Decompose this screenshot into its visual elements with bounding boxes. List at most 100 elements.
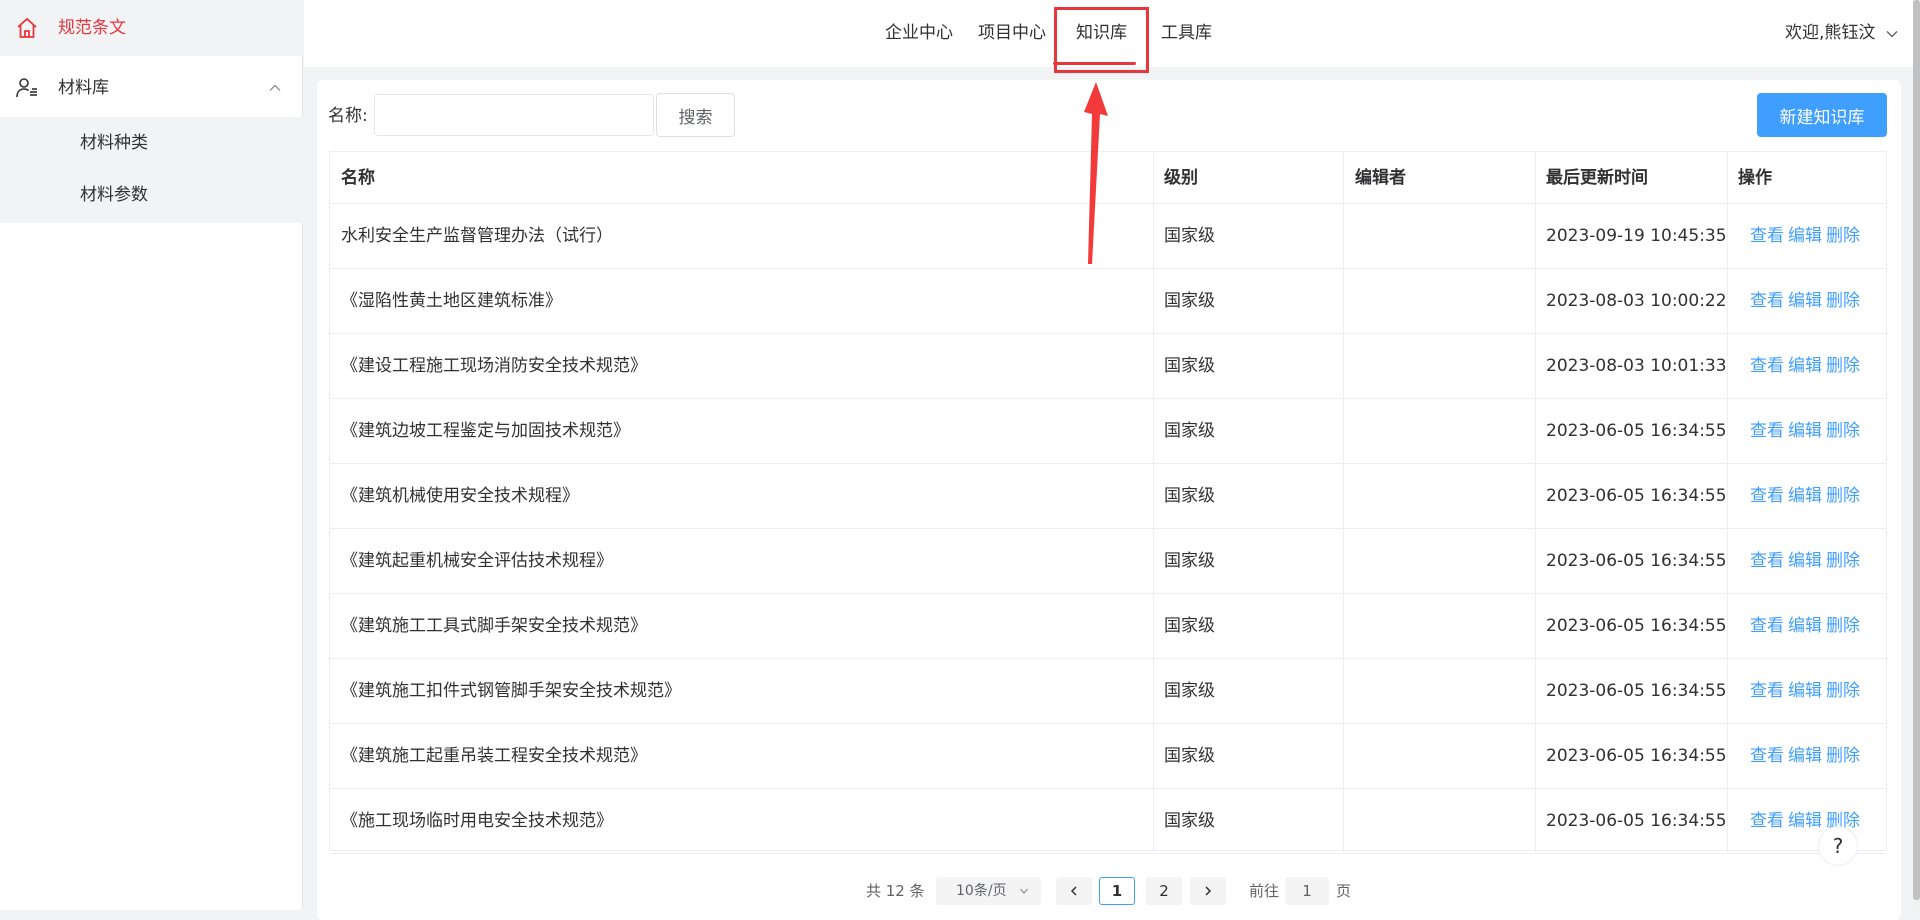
help-button[interactable]: ? (1818, 826, 1858, 866)
chevron-left-icon (1070, 886, 1077, 896)
cell-name: 《建筑机械使用安全技术规程》 (341, 486, 579, 506)
edit-button[interactable]: 编辑 (1788, 354, 1822, 378)
sidebar-item-material-params[interactable]: 材料参数 (0, 169, 303, 221)
edit-button[interactable]: 编辑 (1788, 549, 1822, 573)
view-button[interactable]: 查看 (1750, 679, 1784, 703)
delete-button[interactable]: 删除 (1826, 419, 1860, 443)
view-button[interactable]: 查看 (1750, 484, 1784, 508)
cell-updated: 2023-08-03 10:00:22 (1546, 291, 1727, 311)
sidebar-submenu: 材料种类 材料参数 (0, 117, 303, 223)
edit-button[interactable]: 编辑 (1788, 679, 1822, 703)
table-row[interactable]: 《湿陷性黄土地区建筑标准》 国家级 2023-08-03 10:00:22 查看 编辑删… (330, 269, 1886, 334)
tab-enterprise-center[interactable]: 企业中心 (885, 18, 953, 48)
view-button[interactable]: 查看 (1750, 224, 1784, 248)
chevron-down-icon[interactable] (1885, 27, 1899, 41)
page-scrollbar[interactable] (1913, 0, 1920, 910)
cell-name: 《施工现场临时用电安全技术规范》 (341, 811, 613, 831)
column-header-level[interactable]: 级别 (1164, 166, 1198, 190)
delete-button[interactable]: 删除 (1826, 484, 1860, 508)
knowledge-table: 名称 级别 编辑者 最后更新时间 操作 水利安全生产监督管理办法（试行） 国家级 2… (329, 151, 1887, 854)
cell-name: 《建筑边坡工程鉴定与加固技术规范》 (341, 421, 630, 441)
delete-button[interactable]: 删除 (1826, 614, 1860, 638)
cell-name: 《建筑施工扣件式钢管脚手架安全技术规范》 (341, 681, 681, 701)
search-button[interactable]: 搜索 (656, 93, 735, 137)
cell-updated: 2023-09-19 10:45:35 (1546, 226, 1727, 246)
cell-name: 《建设工程施工现场消防安全技术规范》 (341, 356, 647, 376)
table-row[interactable]: 《建设工程施工现场消防安全技术规范》 国家级 2023-08-03 10:01:33… (330, 334, 1886, 399)
tab-project-center[interactable]: 项目中心 (978, 18, 1046, 48)
cell-updated: 2023-06-05 16:34:55 (1546, 486, 1727, 506)
delete-button[interactable]: 删除 (1826, 354, 1860, 378)
cell-updated: 2023-08-03 10:01:33 (1546, 356, 1727, 376)
column-header-editor[interactable]: 编辑者 (1355, 166, 1406, 190)
page-button-1[interactable]: 1 (1099, 877, 1135, 905)
view-button[interactable]: 查看 (1750, 809, 1784, 833)
delete-button[interactable]: 删除 (1826, 744, 1860, 768)
edit-button[interactable]: 编辑 (1788, 419, 1822, 443)
sidebar-group-materials[interactable]: 材料库 (0, 60, 303, 116)
cell-level: 国家级 (1164, 616, 1215, 636)
view-button[interactable]: 查看 (1750, 744, 1784, 768)
tab-knowledge-base[interactable]: 知识库 (1076, 18, 1127, 48)
view-button[interactable]: 查看 (1750, 419, 1784, 443)
table-row[interactable]: 《建筑施工工具式脚手架安全技术规范》 国家级 2023-06-05 16:34:55… (330, 594, 1886, 659)
cell-level: 国家级 (1164, 681, 1215, 701)
view-button[interactable]: 查看 (1750, 549, 1784, 573)
table-row[interactable]: 《施工现场临时用电安全技术规范》 国家级 2023-06-05 16:34:55 查看… (330, 789, 1886, 854)
user-greeting[interactable]: 欢迎,熊钰汶 (1785, 20, 1875, 46)
column-header-actions: 操作 (1738, 168, 1772, 188)
cell-name: 《建筑起重机械安全评估技术规程》 (341, 551, 613, 571)
chevron-right-icon (1205, 886, 1212, 896)
scrollbar-thumb[interactable] (1913, 0, 1920, 900)
delete-button[interactable]: 删除 (1826, 679, 1860, 703)
cell-level: 国家级 (1164, 486, 1215, 506)
edit-button[interactable]: 编辑 (1788, 224, 1822, 248)
edit-button[interactable]: 编辑 (1788, 809, 1822, 833)
page-size-select[interactable]: 10条/页 (936, 877, 1041, 905)
view-button[interactable]: 查看 (1750, 614, 1784, 638)
goto-label: 前往 (1249, 882, 1280, 900)
chevron-up-icon (269, 84, 281, 91)
view-button[interactable]: 查看 (1750, 289, 1784, 313)
edit-button[interactable]: 编辑 (1788, 484, 1822, 508)
table-row[interactable]: 《建筑机械使用安全技术规程》 国家级 2023-06-05 16:34:55 查看 编辑… (330, 464, 1886, 529)
sidebar: 规范条文 材料库 材料种类 材料参数 (0, 0, 303, 910)
cell-updated: 2023-06-05 16:34:55 (1546, 421, 1727, 441)
table-row[interactable]: 《建筑起重机械安全评估技术规程》 国家级 2023-06-05 16:34:55 查看… (330, 529, 1886, 594)
sidebar-item-standards[interactable]: 规范条文 (0, 0, 303, 56)
cell-name: 《建筑施工起重吊装工程安全技术规范》 (341, 746, 647, 766)
delete-button[interactable]: 删除 (1826, 549, 1860, 573)
table-header-row: 名称 级别 编辑者 最后更新时间 操作 (330, 152, 1886, 204)
column-header-name[interactable]: 名称 (341, 166, 375, 190)
page-button-2[interactable]: 2 (1146, 877, 1182, 905)
goto-page-input[interactable] (1285, 877, 1329, 905)
sidebar-item-label: 规范条文 (58, 18, 126, 38)
edit-button[interactable]: 编辑 (1788, 289, 1822, 313)
next-page-button[interactable] (1190, 877, 1226, 905)
column-header-updated[interactable]: 最后更新时间 (1546, 166, 1648, 190)
table-row[interactable]: 《建筑施工扣件式钢管脚手架安全技术规范》 国家级 2023-06-05 16:34:… (330, 659, 1886, 724)
cell-level: 国家级 (1164, 811, 1215, 831)
delete-button[interactable]: 删除 (1826, 224, 1860, 248)
cell-level: 国家级 (1164, 421, 1215, 441)
sidebar-item-material-types[interactable]: 材料种类 (0, 117, 303, 169)
table-row[interactable]: 《建筑施工起重吊装工程安全技术规范》 国家级 2023-06-05 16:34:55… (330, 724, 1886, 789)
search-input[interactable] (374, 94, 654, 136)
home-icon (17, 17, 37, 38)
delete-button[interactable]: 删除 (1826, 289, 1860, 313)
edit-button[interactable]: 编辑 (1788, 744, 1822, 768)
chevron-down-icon (1020, 888, 1028, 894)
cell-updated: 2023-06-05 16:34:55 (1546, 811, 1727, 831)
table-row[interactable]: 《建筑边坡工程鉴定与加固技术规范》 国家级 2023-06-05 16:34:55 查… (330, 399, 1886, 464)
cell-updated: 2023-06-05 16:34:55 (1546, 616, 1727, 636)
pagination-total: 共 12 条 (866, 882, 925, 900)
user-list-icon (16, 78, 37, 98)
view-button[interactable]: 查看 (1750, 354, 1784, 378)
goto-suffix: 页 (1336, 882, 1352, 900)
prev-page-button[interactable] (1056, 877, 1092, 905)
sidebar-subitem-label: 材料参数 (80, 185, 148, 205)
edit-button[interactable]: 编辑 (1788, 614, 1822, 638)
table-row[interactable]: 水利安全生产监督管理办法（试行） 国家级 2023-09-19 10:45:35 查看… (330, 204, 1886, 269)
tab-tool-library[interactable]: 工具库 (1161, 18, 1212, 48)
new-knowledge-base-button[interactable]: 新建知识库 (1757, 93, 1887, 137)
